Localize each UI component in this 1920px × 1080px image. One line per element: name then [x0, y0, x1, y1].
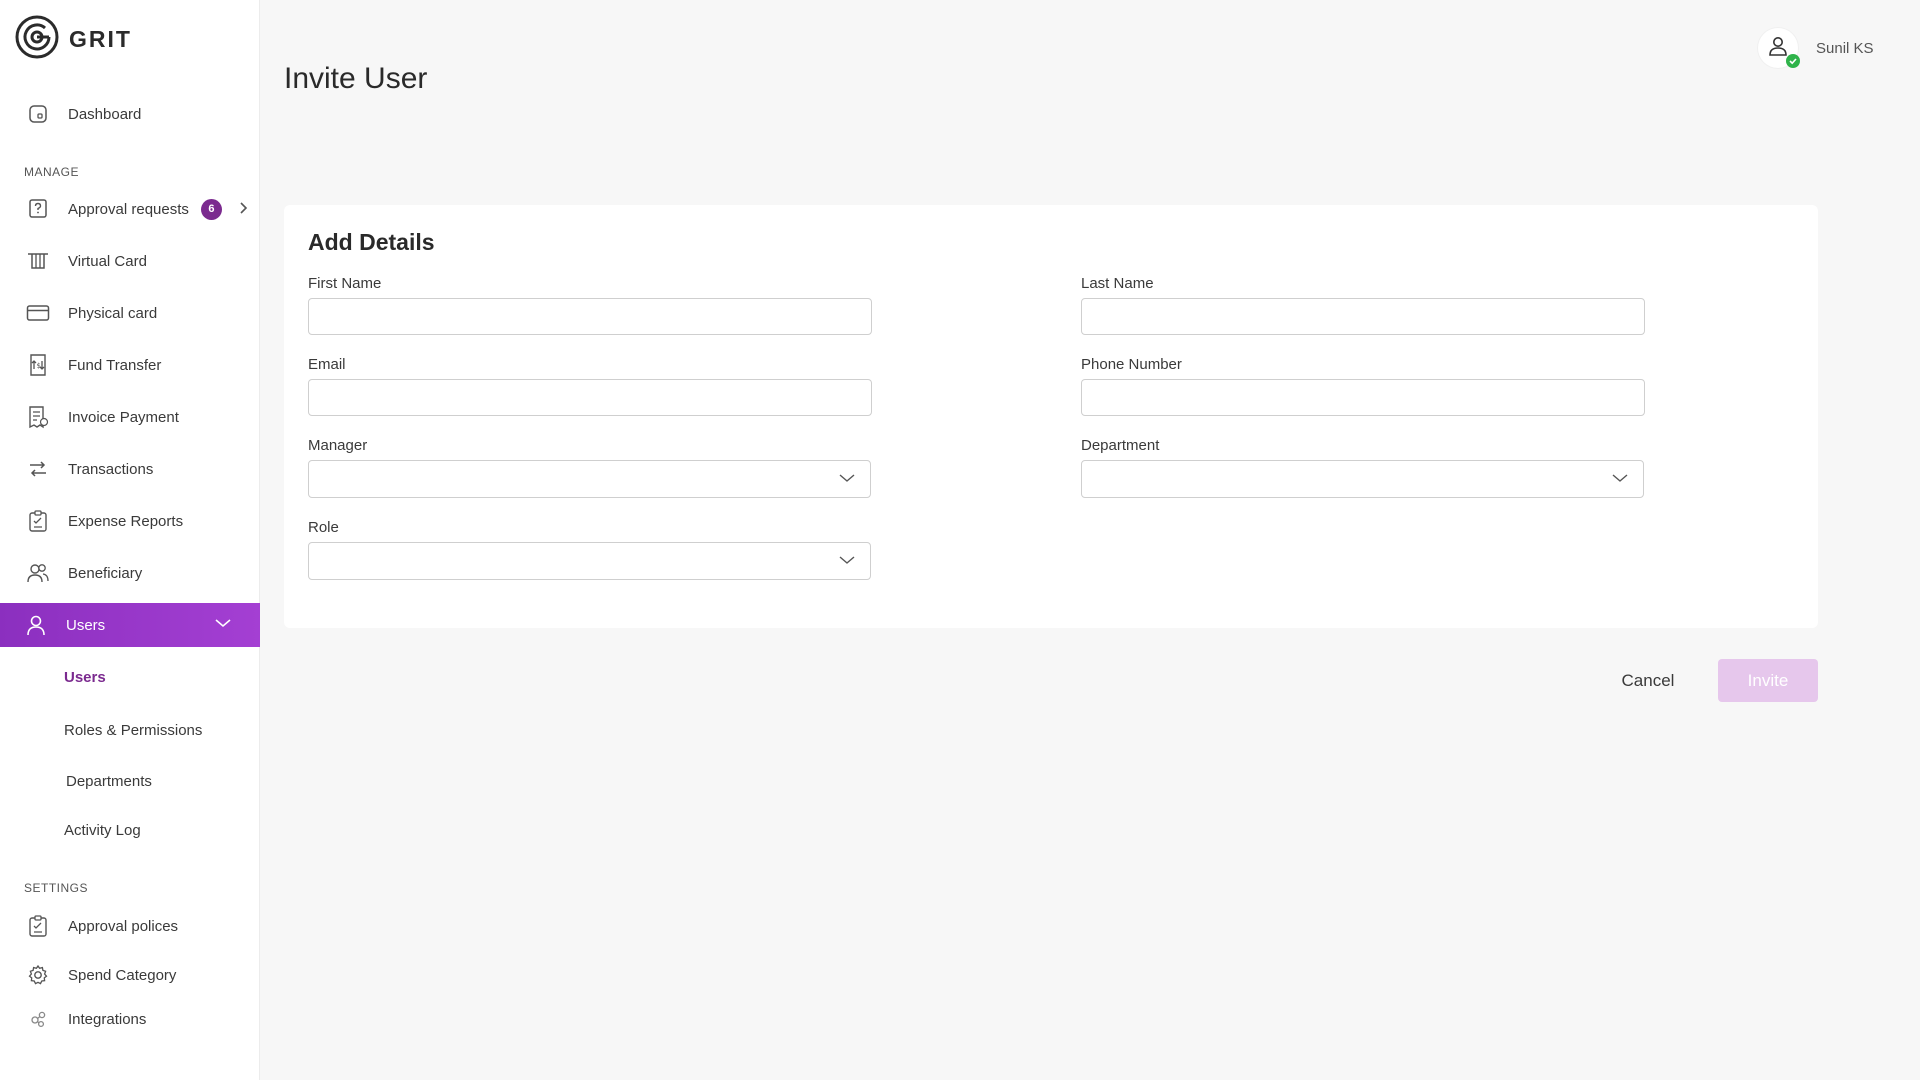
sidebar-item-expense-reports[interactable]: Expense Reports	[0, 499, 260, 543]
section-label-settings: SETTINGS	[24, 881, 89, 895]
sidebar-item-label: Beneficiary	[68, 564, 143, 582]
department-group: Department	[1081, 437, 1645, 498]
sidebar-item-beneficiary[interactable]: Beneficiary	[0, 551, 260, 595]
user-name: Sunil KS	[1816, 39, 1874, 57]
sidebar-subitem-users[interactable]: Users	[64, 669, 106, 686]
sidebar-item-label: Invoice Payment	[68, 408, 179, 426]
integrations-icon	[26, 1007, 50, 1031]
virtual-card-icon	[26, 249, 50, 273]
first-name-field[interactable]	[308, 298, 872, 335]
cancel-button[interactable]: Cancel	[1600, 661, 1696, 701]
chevron-down-icon	[1611, 471, 1629, 490]
clipboard-check-icon	[26, 914, 50, 938]
avatar[interactable]	[1758, 28, 1800, 68]
invoice-icon	[26, 405, 50, 429]
sidebar-item-invoice-payment[interactable]: Invoice Payment	[0, 395, 260, 439]
sidebar-item-label: Transactions	[68, 460, 154, 478]
last-name-label: Last Name	[1081, 275, 1154, 292]
role-group: Role	[308, 519, 872, 580]
last-name-field[interactable]	[1081, 298, 1645, 335]
add-details-card: Add Details First Name Last Name Email P…	[284, 205, 1818, 628]
sidebar-subitem-departments[interactable]: Departments	[66, 773, 152, 790]
manager-label: Manager	[308, 437, 368, 454]
department-select[interactable]	[1081, 460, 1644, 498]
email-label: Email	[308, 356, 346, 373]
section-label-manage: MANAGE	[24, 165, 80, 179]
brand-name: GRIT	[69, 26, 132, 52]
department-label: Department	[1081, 437, 1160, 454]
sidebar-item-label: Spend Category	[68, 966, 177, 984]
sidebar-item-label: Users	[66, 616, 106, 634]
beneficiary-icon	[26, 561, 50, 585]
sidebar-subitem-roles-permissions[interactable]: Roles & Permissions	[64, 722, 202, 739]
credit-card-icon	[26, 301, 50, 325]
sidebar: GRIT Dashboard MANAGE Approval requests …	[0, 0, 260, 1080]
chevron-down-icon	[838, 553, 856, 572]
role-label: Role	[308, 519, 339, 536]
brand-logo[interactable]: GRIT	[15, 15, 132, 64]
email-field[interactable]	[308, 379, 872, 416]
last-name-group: Last Name	[1081, 275, 1645, 335]
sidebar-item-approval-requests[interactable]: Approval requests 6	[0, 187, 260, 231]
sidebar-item-transactions[interactable]: Transactions	[0, 447, 260, 491]
sidebar-item-label: Virtual Card	[68, 252, 147, 270]
sidebar-item-label: Physical card	[68, 304, 158, 322]
svg-text:$: $	[37, 362, 41, 370]
email-group: Email	[308, 356, 872, 416]
chevron-down-icon	[214, 616, 232, 635]
approval-count-badge: 6	[200, 198, 222, 220]
sidebar-item-label: Fund Transfer	[68, 356, 162, 374]
sidebar-item-label: Integrations	[68, 1010, 147, 1028]
manager-group: Manager	[308, 437, 872, 498]
sidebar-item-virtual-card[interactable]: Virtual Card	[0, 239, 260, 283]
online-status-icon	[1786, 54, 1800, 68]
sidebar-item-users[interactable]: Users	[0, 603, 260, 647]
invite-button[interactable]: Invite	[1718, 659, 1818, 702]
grit-logo-icon	[15, 15, 59, 64]
sidebar-item-spend-category[interactable]: Spend Category	[0, 953, 260, 997]
role-select[interactable]	[308, 542, 871, 580]
sidebar-item-label: Approval requests	[68, 200, 189, 218]
user-icon	[24, 613, 48, 637]
sidebar-item-physical-card[interactable]: Physical card	[0, 291, 260, 335]
sidebar-item-label: Approval polices	[68, 917, 179, 935]
phone-group: Phone Number	[1081, 356, 1645, 416]
sidebar-item-approval-polices[interactable]: Approval polices	[0, 904, 260, 948]
manager-select[interactable]	[308, 460, 871, 498]
sidebar-item-integrations[interactable]: Integrations	[0, 997, 260, 1041]
card-title: Add Details	[308, 229, 435, 255]
gear-icon	[26, 963, 50, 987]
user-menu[interactable]: Sunil KS	[1758, 28, 1874, 68]
chevron-down-icon	[838, 471, 856, 490]
first-name-label: First Name	[308, 275, 382, 292]
phone-number-field[interactable]	[1081, 379, 1645, 416]
approval-request-icon	[26, 197, 50, 221]
first-name-group: First Name	[308, 275, 872, 335]
expense-report-icon	[26, 509, 50, 533]
sidebar-item-dashboard[interactable]: Dashboard	[0, 92, 260, 136]
page-title: Invite User	[284, 62, 428, 95]
dashboard-icon	[26, 102, 50, 126]
chevron-right-icon	[238, 201, 248, 220]
sidebar-subitem-activity-log[interactable]: Activity Log	[64, 822, 141, 839]
phone-number-label: Phone Number	[1081, 356, 1182, 373]
sidebar-item-fund-transfer[interactable]: $ Fund Transfer	[0, 343, 260, 387]
transactions-icon	[26, 457, 50, 481]
sidebar-item-label: Expense Reports	[68, 512, 184, 530]
fund-transfer-icon: $	[26, 353, 50, 377]
sidebar-item-label: Dashboard	[68, 105, 142, 123]
